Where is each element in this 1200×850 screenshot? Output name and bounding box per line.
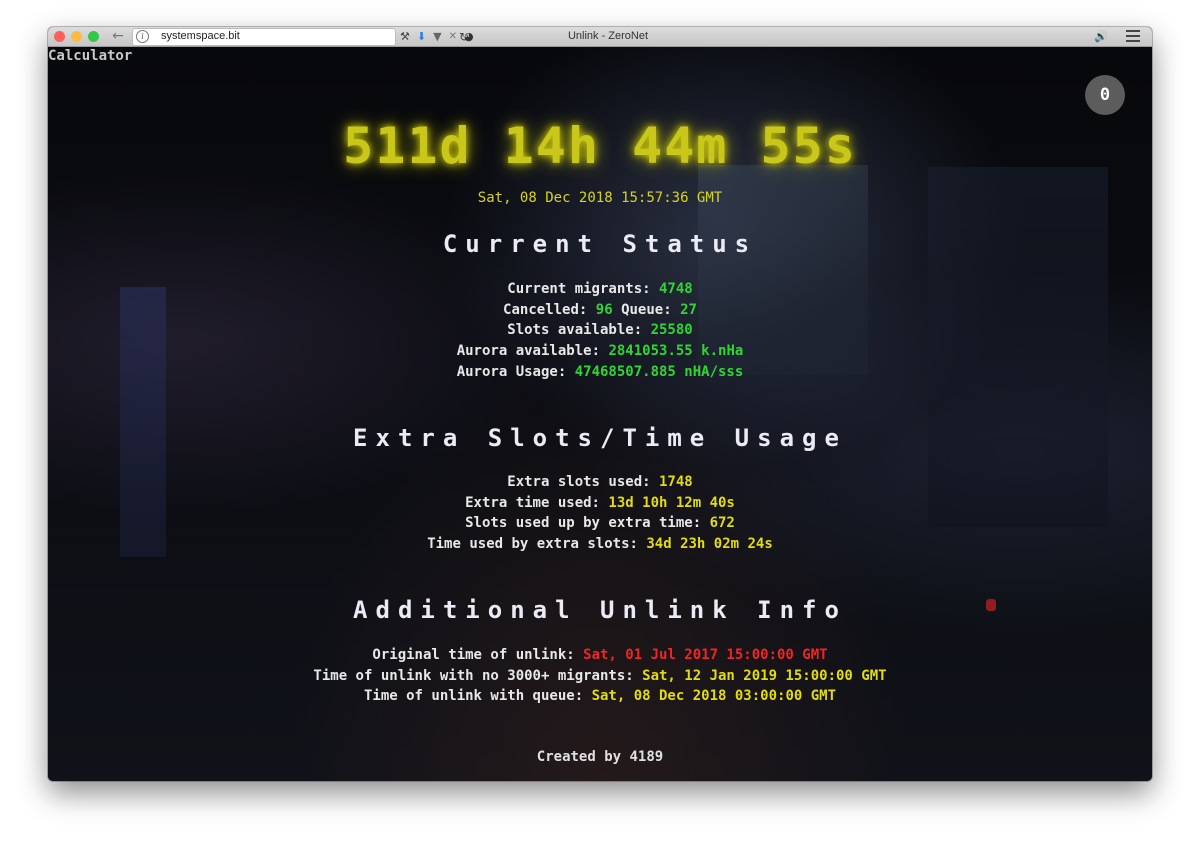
unlink-info-title: Additional Unlink Info [353,596,847,624]
tab-title: Unlink - ZeroNet [567,30,649,42]
current-status-title: Current Status [442,230,758,258]
queue-label: Queue: [621,301,672,318]
page-viewport: Calculator 0 511d 14h 44m 55s Sat, 08 De… [48,47,1152,781]
extra-slots-label: Extra slots used: [507,474,651,490]
original-unlink-value: Sat, 01 Jul 2017 15:00:00 GMT [583,647,828,663]
queue-unlink-value: Sat, 08 Dec 2018 03:00:00 GMT [591,688,837,705]
zoom-window-button[interactable] [88,31,99,42]
url-bar[interactable]: i systemspace.bit ↻ [132,28,469,46]
browser-toolbar: ← i systemspace.bit ↻ ⚒ ⬇ ▼ ✕ ◕ Unlink -… [48,27,1152,47]
current-status-block: Current migrants: 4748 Cancelled: 96 Que… [48,279,1152,382]
url-text[interactable]: systemspace.bit [161,30,240,42]
slots-label: Slots available: [507,322,643,339]
slots-row: Slots available: 25580 [48,320,1152,341]
original-unlink-row: Original time of unlink: Sat, 01 Jul 201… [48,645,1152,666]
minimize-window-button[interactable] [71,31,82,42]
migrants-value: 4748 [659,281,693,297]
time-by-slots-label: Time used by extra slots: [427,536,638,553]
original-unlink-label: Original time of unlink: [372,647,575,663]
slots-by-time-label: Slots used up by extra time: [465,515,702,532]
back-arrow-icon[interactable]: ← [110,28,126,45]
extra-usage-title: Extra Slots/Time Usage [353,424,847,452]
footer-credit: Created by 4189 [536,749,664,765]
calculator-link[interactable]: Calculator [48,48,132,64]
tool-icon[interactable]: ⚒ [400,30,410,43]
slots-by-time-value: 672 [709,515,735,532]
slots-by-time-row: Slots used up by extra time: 672 [48,513,1152,534]
extra-time-label: Extra time used: [465,494,600,511]
no-3000-unlink-row: Time of unlink with no 3000+ migrants: S… [48,666,1152,687]
extra-slots-value: 1748 [659,474,693,490]
counter-badge[interactable]: 0 [1085,75,1125,115]
time-by-slots-row: Time used by extra slots: 34d 23h 02m 24… [48,534,1152,555]
no-3000-unlink-value: Sat, 12 Jan 2019 15:00:00 GMT [642,667,887,684]
unlink-info-block: Original time of unlink: Sat, 01 Jul 201… [48,645,1152,707]
cancelled-value: 96 [595,301,613,318]
aurora-available-label: Aurora available: [456,343,600,360]
current-date: Sat, 08 Dec 2018 15:57:36 GMT [477,190,723,206]
migrants-label: Current migrants: [507,281,651,297]
info-icon[interactable]: i [136,30,149,43]
speaker-icon[interactable]: 🔊 [1094,28,1108,45]
extra-time-value: 13d 10h 12m 40s [608,494,735,511]
extra-time-row: Extra time used: 13d 10h 12m 40s [48,493,1152,514]
migrants-row: Current migrants: 4748 [48,279,1152,300]
cancelled-queue-row: Cancelled: 96 Queue: 27 [48,300,1152,321]
extra-usage-block: Extra slots used: 1748 Extra time used: … [48,472,1152,555]
aurora-usage-row: Aurora Usage: 47468507.885 nHA/sss [48,362,1152,383]
time-by-slots-value: 34d 23h 02m 24s [646,536,773,553]
menu-icon[interactable] [1126,30,1140,42]
aurora-usage-label: Aurora Usage: [456,363,567,380]
close-window-button[interactable] [54,31,65,42]
browser-window: ← i systemspace.bit ↻ ⚒ ⬇ ▼ ✕ ◕ Unlink -… [48,27,1152,781]
aurora-usage-value: 47468507.885 nHA/sss [574,363,744,380]
no-3000-unlink-label: Time of unlink with no 3000+ migrants: [313,667,634,684]
cancelled-label: Cancelled: [503,301,588,318]
aurora-available-row: Aurora available: 2841053.55 k.nHa [48,341,1152,362]
queue-value: 27 [680,301,697,318]
aurora-available-value: 2841053.55 k.nHa [608,343,744,360]
extra-slots-row: Extra slots used: 1748 [48,472,1152,493]
countdown-timer: 511d 14h 44m 55s [343,117,857,175]
queue-unlink-row: Time of unlink with queue: Sat, 08 Dec 2… [48,686,1152,707]
window-controls [54,31,99,42]
slots-value: 25580 [650,322,693,339]
queue-unlink-label: Time of unlink with queue: [363,688,584,705]
